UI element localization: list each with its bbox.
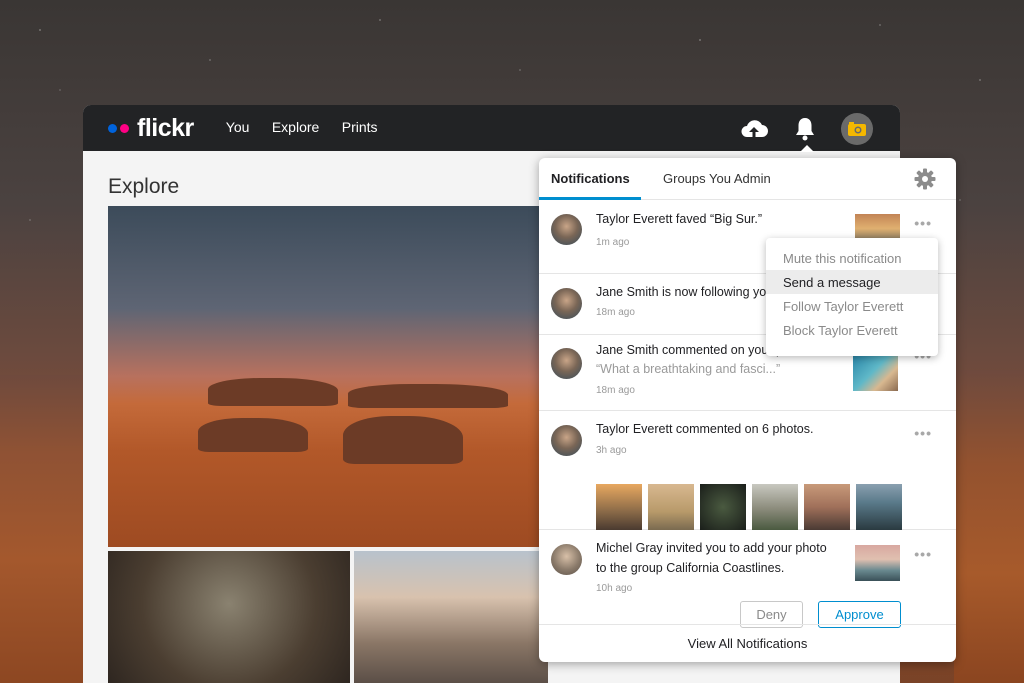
notification-text: Taylor Everett commented on 6 photos. bbox=[596, 422, 814, 436]
rock-formation bbox=[348, 384, 508, 408]
main-nav: You Explore Prints bbox=[226, 119, 396, 137]
notification-thumbnail[interactable] bbox=[855, 545, 900, 581]
photo-strip bbox=[596, 484, 902, 530]
rock-formation bbox=[198, 418, 308, 452]
notification-text: Michel Gray invited you to add your phot… bbox=[596, 541, 827, 555]
notification-time: 10h ago bbox=[596, 583, 633, 594]
rock-formation bbox=[343, 416, 463, 464]
logo-text: flickr bbox=[137, 113, 194, 142]
notifications-panel: Notifications Groups You Admin Taylor Ev… bbox=[539, 158, 956, 662]
explore-photo-berries[interactable] bbox=[108, 551, 350, 683]
tab-notifications[interactable]: Notifications bbox=[551, 171, 630, 186]
menu-item-send-message[interactable]: Send a message bbox=[766, 270, 938, 294]
notification-time: 18m ago bbox=[596, 307, 635, 318]
nav-explore[interactable]: Explore bbox=[272, 119, 319, 135]
explore-photo-desert[interactable] bbox=[108, 206, 548, 547]
notification-text: to the group California Coastlines. bbox=[596, 561, 785, 575]
notification-context-menu: Mute this notification Send a message Fo… bbox=[766, 238, 938, 356]
bell-icon[interactable] bbox=[790, 114, 820, 144]
more-options-icon[interactable]: ••• bbox=[914, 546, 932, 562]
more-options-icon[interactable]: ••• bbox=[914, 425, 932, 441]
flickr-logo[interactable]: flickr bbox=[108, 114, 194, 143]
user-avatar[interactable] bbox=[841, 113, 873, 145]
notification-tabs: Notifications Groups You Admin bbox=[539, 158, 956, 200]
menu-item-follow[interactable]: Follow Taylor Everett bbox=[766, 294, 938, 318]
photo-thumbnail[interactable] bbox=[856, 484, 902, 530]
avatar[interactable] bbox=[551, 348, 582, 379]
top-navigation-bar: flickr You Explore Prints bbox=[83, 105, 900, 151]
tab-groups-you-admin[interactable]: Groups You Admin bbox=[663, 171, 771, 186]
photo-thumbnail[interactable] bbox=[700, 484, 746, 530]
avatar[interactable] bbox=[551, 544, 582, 575]
panel-caret bbox=[800, 145, 814, 152]
notification-time: 18m ago bbox=[596, 385, 635, 396]
avatar[interactable] bbox=[551, 214, 582, 245]
avatar[interactable] bbox=[551, 288, 582, 319]
comment-preview: “What a breathtaking and fasci...” bbox=[596, 362, 781, 376]
photo-thumbnail[interactable] bbox=[804, 484, 850, 530]
notification-text: Taylor Everett faved “Big Sur.” bbox=[596, 212, 763, 226]
header-actions bbox=[739, 113, 873, 145]
menu-item-mute[interactable]: Mute this notification bbox=[766, 246, 938, 270]
notification-time: 1m ago bbox=[596, 237, 630, 248]
explore-photo-mountains[interactable] bbox=[354, 551, 548, 683]
photo-thumbnail[interactable] bbox=[648, 484, 694, 530]
view-all-notifications-link[interactable]: View All Notifications bbox=[539, 624, 956, 662]
notification-thumbnail[interactable] bbox=[853, 355, 898, 391]
logo-blue-dot bbox=[108, 123, 117, 133]
upload-cloud-icon[interactable] bbox=[739, 114, 769, 144]
notification-text: Jane Smith is now following you bbox=[596, 285, 774, 299]
background-desert-right bbox=[954, 370, 1024, 683]
logo-pink-dot bbox=[120, 123, 129, 133]
avatar[interactable] bbox=[551, 425, 582, 456]
menu-item-block[interactable]: Block Taylor Everett bbox=[766, 318, 938, 342]
nav-you[interactable]: You bbox=[226, 119, 250, 135]
photo-thumbnail[interactable] bbox=[752, 484, 798, 530]
gear-icon[interactable] bbox=[914, 168, 936, 190]
rock-formation bbox=[208, 378, 338, 406]
camera-avatar-icon bbox=[848, 122, 866, 136]
notification-item[interactable]: Michel Gray invited you to add your phot… bbox=[539, 530, 956, 628]
notification-item[interactable]: Taylor Everett commented on 6 photos. 3h… bbox=[539, 411, 956, 530]
page-title: Explore bbox=[108, 175, 180, 198]
more-options-icon[interactable]: ••• bbox=[914, 215, 932, 231]
notification-time: 3h ago bbox=[596, 445, 627, 456]
background-desert-left bbox=[0, 375, 84, 683]
nav-prints[interactable]: Prints bbox=[342, 119, 378, 135]
photo-thumbnail[interactable] bbox=[596, 484, 642, 530]
